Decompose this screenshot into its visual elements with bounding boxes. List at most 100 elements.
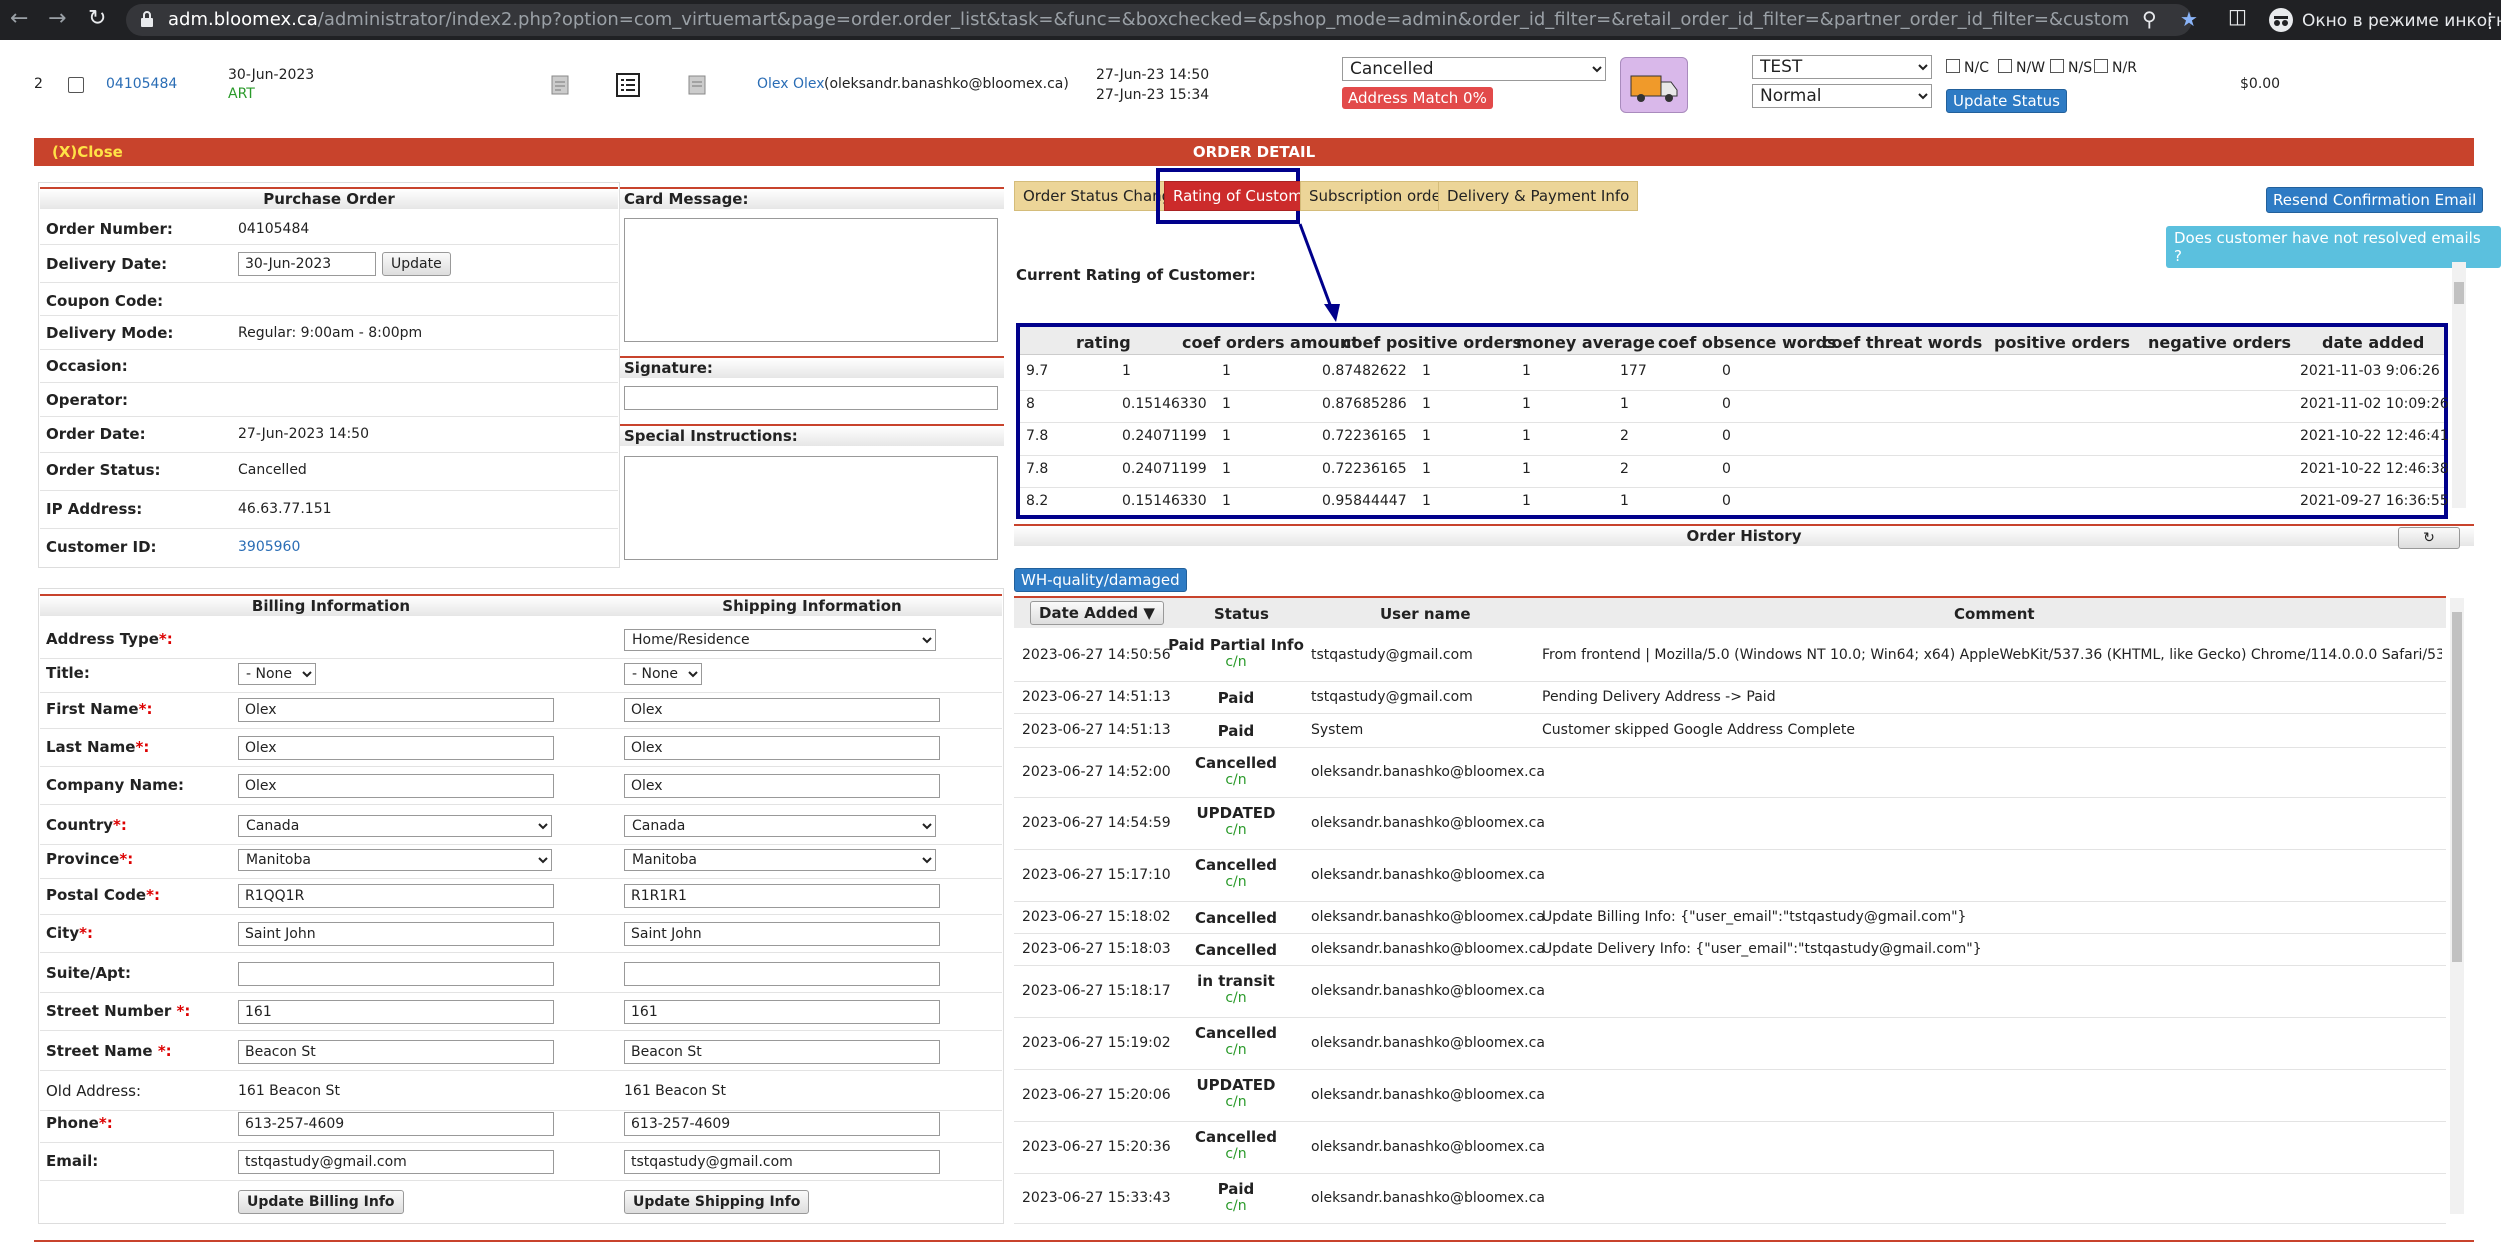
- bookmark-star-icon[interactable]: ★: [2180, 9, 2198, 29]
- update-status-button[interactable]: Update Status: [1946, 89, 2067, 113]
- truck-icon: [1630, 75, 1678, 102]
- signature-input[interactable]: [624, 386, 998, 410]
- delivery-date-label: Delivery Date:: [46, 255, 168, 273]
- print-icon[interactable]: [686, 74, 708, 96]
- history-status: Cancelled c/n: [1161, 856, 1311, 890]
- update-date-button[interactable]: Update: [382, 252, 451, 276]
- customer-id-link[interactable]: 3905960: [238, 539, 300, 555]
- close-link[interactable]: (X)Close: [52, 143, 123, 161]
- special-instructions-heading: Special Instructions:: [620, 424, 1004, 446]
- street-number-bill-input[interactable]: [238, 1000, 554, 1024]
- history-cn-link[interactable]: c/n: [1161, 874, 1311, 890]
- rating-cell: 2021-10-22 12:46:38: [2300, 460, 2449, 477]
- city-label: City*:: [46, 924, 93, 942]
- date-added-sort-button[interactable]: Date Added ▼: [1030, 601, 1164, 625]
- country-bill-select[interactable]: Canada: [238, 815, 552, 837]
- history-cn-link[interactable]: c/n: [1161, 772, 1311, 788]
- history-status: Cancelled: [1161, 941, 1311, 959]
- ns-checkbox[interactable]: [2050, 59, 2064, 73]
- phone-bill-input[interactable]: [238, 1112, 554, 1136]
- divider: [40, 1030, 1002, 1031]
- order-number-link[interactable]: 04105484: [106, 76, 177, 92]
- history-scrollbar-thumb[interactable]: [2452, 612, 2462, 962]
- order-detail-title: ORDER DETAIL: [1192, 143, 1316, 161]
- postal-code-bill-input[interactable]: [238, 884, 554, 908]
- row-checkbox[interactable]: [68, 77, 84, 93]
- menu-kebab-icon[interactable]: ⋮: [2480, 8, 2500, 32]
- province-ship-select[interactable]: Manitoba: [624, 849, 936, 871]
- email-label: Email:: [46, 1152, 98, 1170]
- ip-address-label: IP Address:: [46, 500, 143, 518]
- zoom-icon[interactable]: ⚲: [2142, 9, 2157, 29]
- city-bill-input[interactable]: [238, 922, 554, 946]
- address-type-ship-select[interactable]: Home/Residence: [624, 629, 936, 651]
- rating-col-header: positive orders: [1994, 333, 2131, 352]
- title-bill-select[interactable]: - None -: [238, 663, 316, 685]
- order-date-label: Order Date:: [46, 425, 146, 443]
- customer-name-link[interactable]: Olex Olex: [757, 76, 825, 92]
- back-icon[interactable]: ←: [10, 8, 28, 30]
- history-cn-link[interactable]: c/n: [1161, 1146, 1311, 1162]
- history-cn-link[interactable]: c/n: [1161, 822, 1311, 838]
- city-ship-input[interactable]: [624, 922, 940, 946]
- first-name-ship-input[interactable]: [624, 698, 940, 722]
- ns-label: N/S: [2068, 60, 2093, 76]
- postal-code-ship-input[interactable]: [624, 884, 940, 908]
- warehouse-select[interactable]: TEST: [1752, 55, 1932, 79]
- rating-cell: 1: [1222, 395, 1231, 412]
- history-cn-link[interactable]: c/n: [1161, 990, 1311, 1006]
- tab-delivery-payment-info[interactable]: Delivery & Payment Info: [1438, 181, 1639, 211]
- rating-scrollbar[interactable]: [2452, 262, 2466, 508]
- order-status-select[interactable]: Cancelled: [1342, 57, 1606, 81]
- suite-ship-input[interactable]: [624, 962, 940, 986]
- wh-quality-damaged-button[interactable]: WH-quality/damaged: [1014, 568, 1187, 592]
- update-billing-button[interactable]: Update Billing Info: [238, 1190, 404, 1214]
- history-scrollbar[interactable]: [2450, 598, 2464, 1214]
- street-name-ship-input[interactable]: [624, 1040, 940, 1064]
- street-name-bill-input[interactable]: [238, 1040, 554, 1064]
- update-shipping-button[interactable]: Update Shipping Info: [624, 1190, 810, 1214]
- history-status-header: Status: [1214, 605, 1269, 623]
- incognito-avatar-icon[interactable]: [2268, 7, 2294, 33]
- nw-checkbox[interactable]: [1998, 59, 2012, 73]
- email-ship-input[interactable]: [624, 1150, 940, 1174]
- required-mark: *:: [79, 924, 93, 942]
- history-cn-link[interactable]: c/n: [1161, 654, 1311, 670]
- country-ship-select[interactable]: Canada: [624, 815, 936, 837]
- delivery-date-input[interactable]: [238, 252, 376, 276]
- address-bar[interactable]: adm.bloomex.ca/administrator/index2.php?…: [126, 4, 2192, 36]
- nc-checkbox[interactable]: [1946, 59, 1960, 73]
- nr-checkbox[interactable]: [2094, 59, 2108, 73]
- document-icon[interactable]: [549, 74, 571, 96]
- priority-select[interactable]: Normal: [1752, 84, 1932, 108]
- phone-ship-input[interactable]: [624, 1112, 940, 1136]
- list-icon[interactable]: [615, 72, 641, 98]
- unresolved-emails-button[interactable]: Does customer have not resolved emails ?: [2166, 226, 2501, 268]
- history-cn-link[interactable]: c/n: [1161, 1094, 1311, 1110]
- company-name-ship-input[interactable]: [624, 774, 940, 798]
- card-message-textarea[interactable]: [624, 218, 998, 342]
- history-cn-link[interactable]: c/n: [1161, 1042, 1311, 1058]
- rating-scrollbar-thumb[interactable]: [2454, 282, 2464, 304]
- refresh-icon: ↻: [2423, 530, 2435, 546]
- province-bill-select[interactable]: Manitoba: [238, 849, 552, 871]
- title-ship-select[interactable]: - None -: [624, 663, 702, 685]
- forward-icon[interactable]: →: [48, 8, 66, 30]
- special-instructions-textarea[interactable]: [624, 456, 998, 560]
- company-name-bill-input[interactable]: [238, 774, 554, 798]
- incognito-label: Окно в режиме инкогнито: [2302, 11, 2501, 31]
- street-number-ship-input[interactable]: [624, 1000, 940, 1024]
- refresh-history-button[interactable]: ↻: [2398, 527, 2460, 549]
- last-name-ship-input[interactable]: [624, 736, 940, 760]
- history-cn-link[interactable]: c/n: [1161, 1198, 1311, 1214]
- reload-icon[interactable]: ↻: [88, 8, 106, 30]
- last-name-bill-input[interactable]: [238, 736, 554, 760]
- delivery-truck-button[interactable]: [1620, 57, 1688, 113]
- rating-cell: 1: [1522, 363, 1531, 379]
- sidepanel-icon[interactable]: ◫: [2228, 6, 2247, 26]
- resend-confirmation-button[interactable]: Resend Confirmation Email: [2266, 187, 2484, 213]
- province-label-text: Province: [46, 850, 120, 868]
- email-bill-input[interactable]: [238, 1150, 554, 1174]
- first-name-bill-input[interactable]: [238, 698, 554, 722]
- suite-bill-input[interactable]: [238, 962, 554, 986]
